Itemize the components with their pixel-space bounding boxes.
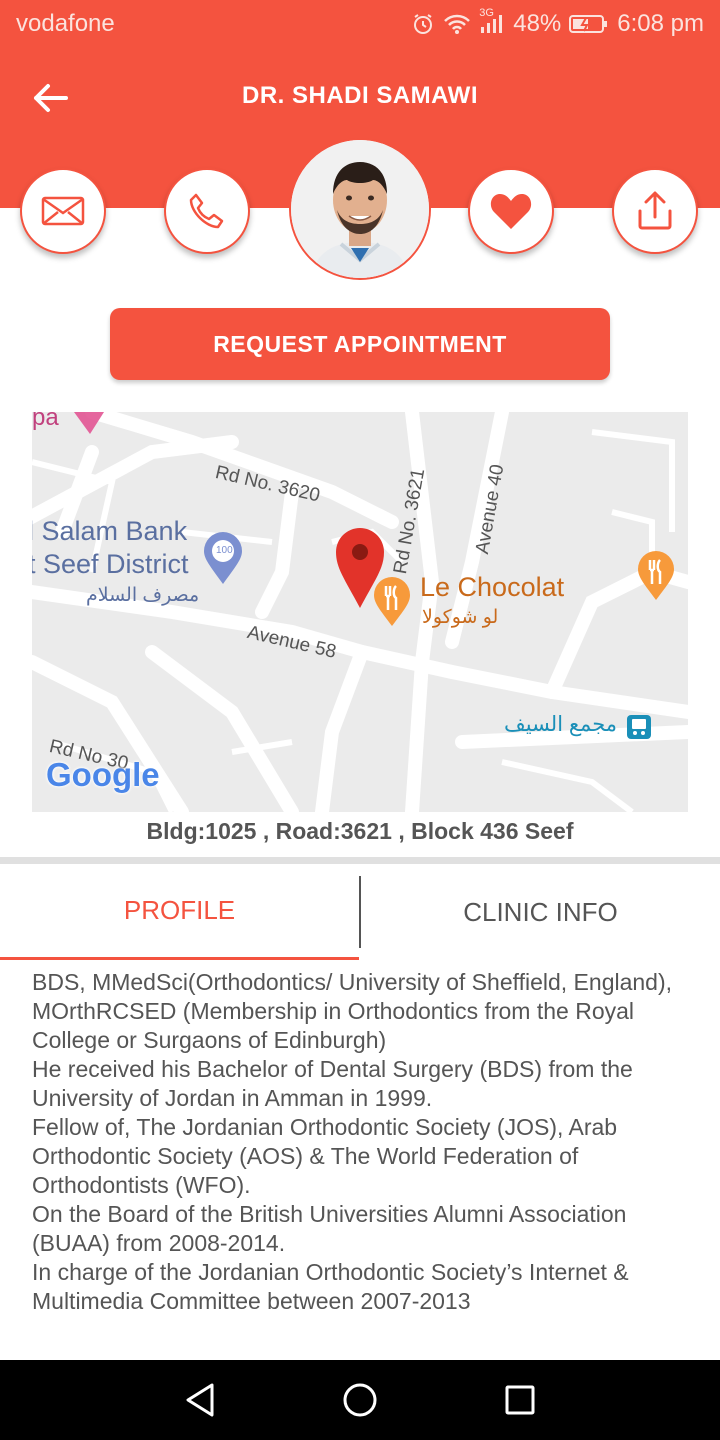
page-title: DR. SHADI SAMAWI bbox=[242, 82, 478, 109]
bus-stop-icon bbox=[626, 714, 652, 745]
nav-back-button[interactable] bbox=[178, 1378, 222, 1422]
map-label-bank-line2: t Seef District bbox=[32, 549, 189, 579]
system-nav-bar bbox=[0, 1360, 720, 1440]
wifi-icon bbox=[443, 13, 471, 35]
network-type: 3G bbox=[479, 7, 494, 19]
request-appointment-button[interactable]: REQUEST APPOINTMENT bbox=[110, 308, 610, 380]
profile-paragraph: BDS, MMedSci(Orthodontics/ University of… bbox=[32, 969, 673, 1053]
battery-icon bbox=[569, 13, 609, 35]
envelope-icon bbox=[41, 196, 85, 226]
map-label-partial: pa bbox=[32, 412, 59, 431]
alarm-icon bbox=[411, 12, 435, 36]
tab-clinic-info[interactable]: CLINIC INFO bbox=[361, 864, 720, 960]
profile-paragraph: He received his Bachelor of Dental Surge… bbox=[32, 1056, 633, 1111]
email-button[interactable] bbox=[20, 168, 106, 254]
triangle-back-icon bbox=[186, 1383, 214, 1417]
restaurant-pin-icon-2 bbox=[636, 550, 676, 607]
carrier-name: vodafone bbox=[16, 10, 115, 37]
heart-icon bbox=[490, 194, 532, 229]
tab-profile[interactable]: PROFILE bbox=[0, 864, 359, 960]
battery-percent: 48% bbox=[513, 10, 562, 37]
map-label-bank-line1: l Salam Bank bbox=[32, 516, 188, 546]
share-icon bbox=[638, 191, 672, 230]
profile-description: BDS, MMedSci(Orthodontics/ University of… bbox=[32, 968, 692, 1358]
status-bar: vodafone 3G 48% 6:08 pm bbox=[0, 0, 720, 50]
profile-paragraph: On the Board of the British Universities… bbox=[32, 1201, 627, 1256]
map-label-mall-arabic: مجمع السيف bbox=[504, 713, 617, 736]
profile-paragraph: Fellow of, The Jordanian Orthodontic Soc… bbox=[32, 1114, 618, 1198]
tab-bar: PROFILE CLINIC INFO bbox=[0, 864, 720, 960]
restaurant-pin-icon bbox=[372, 576, 412, 633]
map-label-le-chocolat: Le Chocolat bbox=[420, 572, 565, 602]
clock: 6:08 pm bbox=[617, 10, 704, 37]
square-recents-icon bbox=[505, 1385, 535, 1415]
profile-paragraph: In charge of the Jordanian Orthodontic S… bbox=[32, 1259, 629, 1314]
nav-recents-button[interactable] bbox=[498, 1378, 542, 1422]
map-label-bank-arabic: مصرف السلام bbox=[86, 585, 200, 606]
clinic-address: Bldg:1025 , Road:3621 , Block 436 Seef bbox=[146, 818, 574, 844]
favorite-button[interactable] bbox=[468, 168, 554, 254]
section-divider bbox=[0, 857, 720, 864]
signal-icon: 3G bbox=[479, 7, 505, 35]
doctor-avatar bbox=[289, 138, 431, 280]
bank-pin-icon: 100 bbox=[202, 532, 244, 591]
share-button[interactable] bbox=[612, 168, 698, 254]
location-map[interactable]: pa Rd No. 3620 Rd No. 3621 Avenue 40 Ave… bbox=[32, 412, 688, 812]
circle-home-icon bbox=[343, 1383, 377, 1417]
call-button[interactable] bbox=[164, 168, 250, 254]
top-bar: DR. SHADI SAMAWI bbox=[0, 62, 720, 134]
bank-pin-badge: 100 bbox=[216, 545, 233, 556]
map-label-le-chocolat-arabic: لو شوكولا bbox=[422, 607, 499, 628]
google-logo: Google bbox=[46, 756, 160, 793]
nav-home-button[interactable] bbox=[338, 1378, 382, 1422]
phone-icon bbox=[189, 193, 224, 229]
